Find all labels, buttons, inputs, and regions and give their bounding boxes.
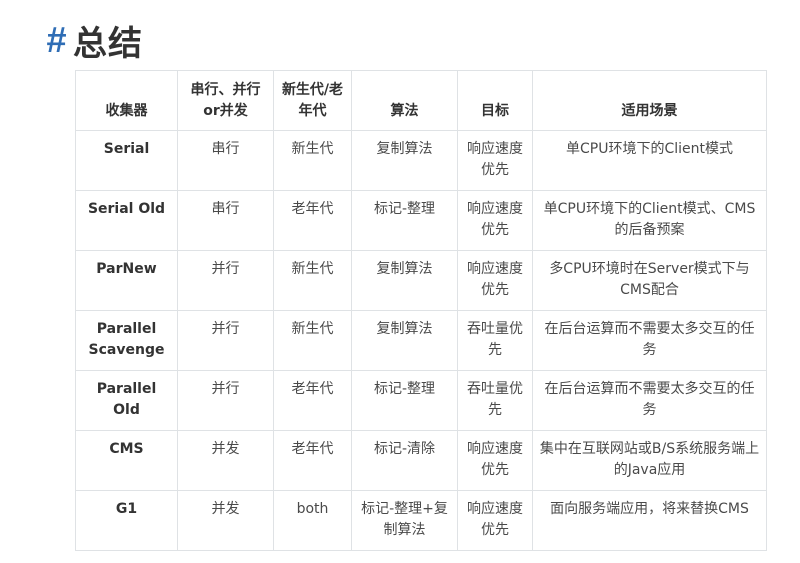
cell-algorithm: 标记-清除 — [351, 430, 458, 491]
table-row: ParNew 并行 新生代 复制算法 响应速度优先 多CPU环境时在Server… — [75, 250, 767, 311]
gc-collectors-summary-table: 收集器 串行、并行or并发 新生代/老年代 算法 目标 适用场景 Serial … — [75, 70, 767, 551]
cell-collector: Parallel Scavenge — [75, 310, 178, 371]
header-mode: 串行、并行or并发 — [177, 70, 274, 131]
cell-collector: ParNew — [75, 250, 178, 311]
cell-scenario: 单CPU环境下的Client模式、CMS的后备预案 — [532, 190, 767, 251]
cell-scenario: 单CPU环境下的Client模式 — [532, 130, 767, 191]
section-heading: # 总结 — [46, 16, 143, 64]
cell-algorithm: 标记-整理 — [351, 190, 458, 251]
header-scenario: 适用场景 — [532, 70, 767, 131]
cell-scenario: 面向服务端应用，将来替换CMS — [532, 490, 767, 551]
table-row: Parallel Old 并行 老年代 标记-整理 吞吐量优先 在后台运算而不需… — [75, 370, 767, 431]
cell-algorithm: 复制算法 — [351, 130, 458, 191]
table-row: Serial Old 串行 老年代 标记-整理 响应速度优先 单CPU环境下的C… — [75, 190, 767, 251]
cell-mode: 并发 — [177, 490, 274, 551]
table-row: Parallel Scavenge 并行 新生代 复制算法 吞吐量优先 在后台运… — [75, 310, 767, 371]
header-goal: 目标 — [457, 70, 533, 131]
cell-generation: both — [273, 490, 352, 551]
cell-generation: 新生代 — [273, 310, 352, 371]
table-row: Serial 串行 新生代 复制算法 响应速度优先 单CPU环境下的Client… — [75, 130, 767, 191]
cell-generation: 老年代 — [273, 370, 352, 431]
cell-collector: G1 — [75, 490, 178, 551]
cell-mode: 串行 — [177, 190, 274, 251]
cell-goal: 响应速度优先 — [457, 490, 533, 551]
cell-mode: 并发 — [177, 430, 274, 491]
cell-scenario: 集中在互联网站或B/S系统服务端上的Java应用 — [532, 430, 767, 491]
cell-generation: 新生代 — [273, 130, 352, 191]
table-row: CMS 并发 老年代 标记-清除 响应速度优先 集中在互联网站或B/S系统服务端… — [75, 430, 767, 491]
header-generation: 新生代/老年代 — [273, 70, 352, 131]
cell-generation: 新生代 — [273, 250, 352, 311]
cell-scenario: 在后台运算而不需要太多交互的任务 — [532, 370, 767, 431]
heading-anchor-hash[interactable]: # — [46, 19, 67, 61]
cell-mode: 并行 — [177, 250, 274, 311]
cell-goal: 响应速度优先 — [457, 130, 533, 191]
cell-mode: 并行 — [177, 370, 274, 431]
cell-goal: 响应速度优先 — [457, 250, 533, 311]
cell-collector: Serial — [75, 130, 178, 191]
table-header-row: 收集器 串行、并行or并发 新生代/老年代 算法 目标 适用场景 — [75, 70, 767, 131]
cell-collector: Parallel Old — [75, 370, 178, 431]
header-collector: 收集器 — [75, 70, 178, 131]
cell-mode: 串行 — [177, 130, 274, 191]
cell-scenario: 在后台运算而不需要太多交互的任务 — [532, 310, 767, 371]
cell-algorithm: 复制算法 — [351, 250, 458, 311]
cell-algorithm: 标记-整理 — [351, 370, 458, 431]
cell-goal: 吞吐量优先 — [457, 370, 533, 431]
cell-generation: 老年代 — [273, 430, 352, 491]
cell-algorithm: 复制算法 — [351, 310, 458, 371]
header-algorithm: 算法 — [351, 70, 458, 131]
cell-mode: 并行 — [177, 310, 274, 371]
cell-goal: 响应速度优先 — [457, 430, 533, 491]
cell-goal: 响应速度优先 — [457, 190, 533, 251]
cell-generation: 老年代 — [273, 190, 352, 251]
table-row: G1 并发 both 标记-整理+复制算法 响应速度优先 面向服务端应用，将来替… — [75, 490, 767, 551]
cell-collector: Serial Old — [75, 190, 178, 251]
cell-goal: 吞吐量优先 — [457, 310, 533, 371]
cell-collector: CMS — [75, 430, 178, 491]
cell-algorithm: 标记-整理+复制算法 — [351, 490, 458, 551]
heading-title: 总结 — [73, 23, 144, 64]
cell-scenario: 多CPU环境时在Server模式下与CMS配合 — [532, 250, 767, 311]
